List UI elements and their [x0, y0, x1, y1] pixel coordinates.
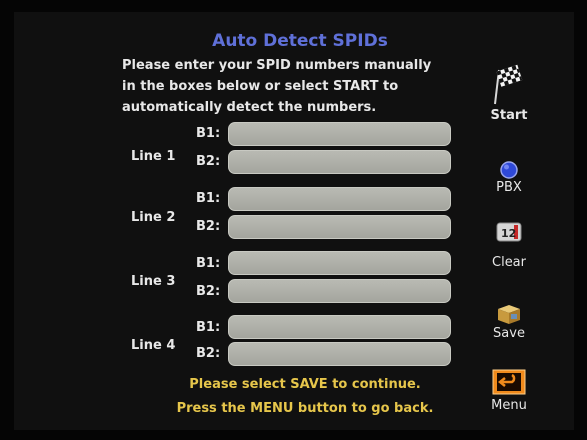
instructions-line: in the boxes below or select START to [122, 79, 399, 94]
line-3-b1-label: B1: [196, 256, 221, 271]
menu-label: Menu [491, 398, 527, 413]
pbx-button[interactable]: PBX [478, 160, 540, 196]
line-2-label: Line 2 [131, 210, 176, 225]
footer-menu-hint: Press the MENU button to go back. [176, 401, 434, 416]
line-4-b1-label: B1: [196, 320, 221, 335]
line-1-b2-input[interactable] [228, 150, 451, 174]
line-1-b2-label: B2: [196, 154, 221, 169]
line-2-b1-label: B1: [196, 191, 221, 206]
clear-label: Clear [492, 255, 526, 270]
box-icon [498, 305, 520, 324]
line-3-b2-input[interactable] [228, 279, 451, 303]
line-2-b2-input[interactable] [228, 215, 451, 239]
line-3-label: Line 3 [131, 274, 176, 289]
blue-dot-icon [500, 161, 518, 179]
line-1-b1-input[interactable] [228, 122, 451, 146]
checkered-flag-icon [494, 64, 523, 105]
menu-button[interactable]: Menu [478, 368, 540, 414]
save-button[interactable]: Save [478, 302, 540, 342]
clear-button[interactable]: 12 Clear [478, 222, 540, 271]
calendar-icon: 12 [496, 222, 522, 242]
start-label: Start [490, 108, 528, 123]
footer-save-hint: Please select SAVE to continue. [189, 377, 421, 392]
line-4-b1-input[interactable] [228, 315, 451, 339]
page-title: Auto Detect SPIDs [212, 31, 388, 51]
back-arrow-icon [492, 369, 526, 395]
instructions-line: automatically detect the numbers. [122, 100, 377, 115]
line-3-b1-input[interactable] [228, 251, 451, 275]
line-4-b2-input[interactable] [228, 342, 451, 366]
line-1-b1-label: B1: [196, 126, 221, 141]
line-4-b2-label: B2: [196, 346, 221, 361]
start-button[interactable]: Start [478, 62, 540, 124]
line-4-label: Line 4 [131, 338, 176, 353]
pbx-label: PBX [496, 180, 522, 195]
line-1-label: Line 1 [131, 149, 176, 164]
line-2-b1-input[interactable] [228, 187, 451, 211]
tv-screen: Auto Detect SPIDs Please enter your SPID… [0, 0, 587, 440]
line-3-b2-label: B2: [196, 284, 221, 299]
instructions-line: Please enter your SPID numbers manually [122, 58, 432, 73]
save-label: Save [493, 326, 525, 341]
instructions-text: Please enter your SPID numbers manually … [122, 55, 467, 118]
calendar-number: 12 [501, 227, 516, 240]
line-2-b2-label: B2: [196, 219, 221, 234]
